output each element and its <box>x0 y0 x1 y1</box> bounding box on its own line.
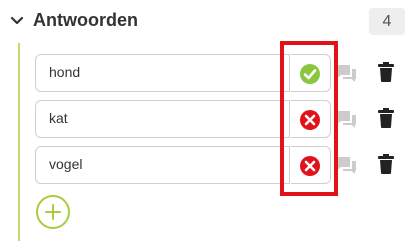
answer-text: kat <box>49 110 68 126</box>
answer-input[interactable]: kat <box>35 100 290 138</box>
section-title: Antwoorden <box>33 10 138 30</box>
answer-input[interactable]: hond <box>35 54 290 92</box>
answers-section-header[interactable]: Antwoorden 4 <box>0 0 419 42</box>
trash-icon[interactable] <box>376 61 396 83</box>
trash-icon[interactable] <box>376 107 396 129</box>
answer-text: hond <box>49 64 81 80</box>
answer-text: vogel <box>49 156 83 172</box>
chevron-down-icon[interactable] <box>10 14 24 28</box>
plus-icon <box>45 204 61 220</box>
answer-count-badge: 4 <box>369 8 405 35</box>
answer-input[interactable]: vogel <box>35 146 290 184</box>
highlight-frame <box>280 41 338 196</box>
trash-icon[interactable] <box>376 153 396 175</box>
section-accent-bar <box>18 43 20 241</box>
add-answer-button[interactable] <box>36 195 70 229</box>
